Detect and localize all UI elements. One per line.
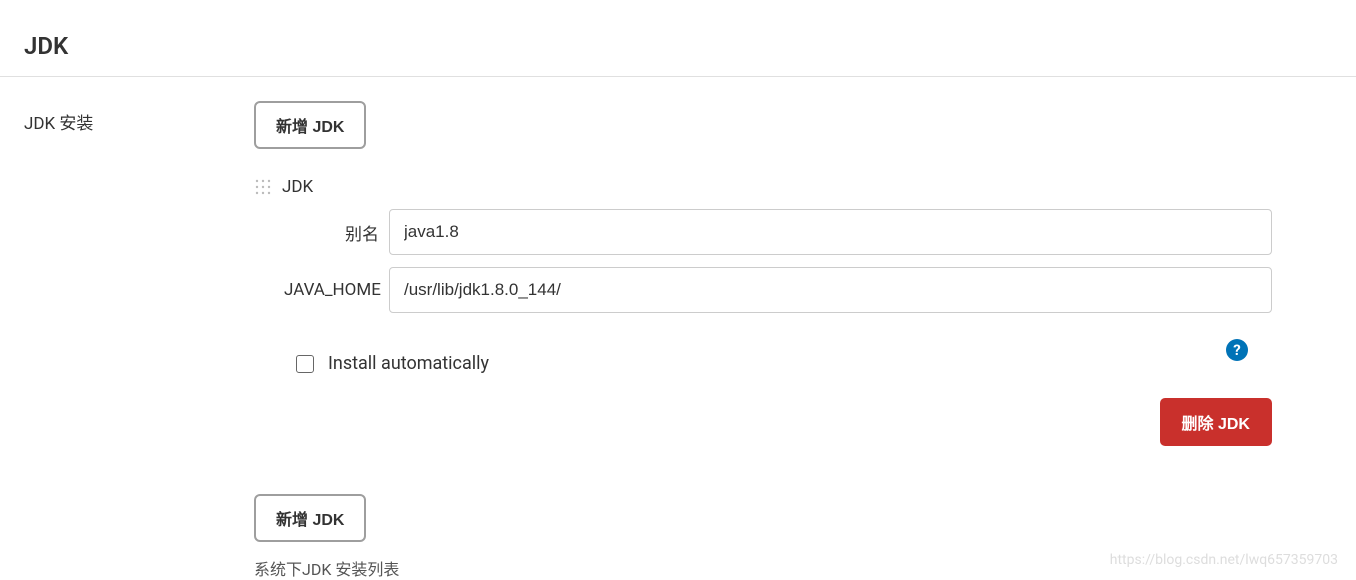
add-jdk-button-top[interactable]: 新增 JDK — [254, 101, 366, 149]
jdk-entry-title: JDK — [282, 177, 313, 197]
alias-input[interactable] — [389, 209, 1272, 255]
javahome-label: JAVA_HOME — [254, 280, 389, 300]
delete-row: 删除 JDK — [254, 398, 1272, 446]
javahome-input[interactable] — [389, 267, 1272, 313]
auto-install-row: Install automatically — [254, 353, 489, 374]
jdk-install-row: JDK 安装 新增 JDK — [0, 77, 1356, 580]
auto-install-label[interactable]: Install automatically — [328, 353, 489, 374]
config-label-column: JDK 安装 — [24, 101, 254, 580]
drag-handle-icon[interactable] — [254, 178, 272, 196]
alias-field-row: 别名 — [254, 209, 1272, 255]
section-title: JDK — [0, 0, 1356, 77]
add-jdk-button-bottom[interactable]: 新增 JDK — [254, 494, 366, 542]
jdk-entry: JDK 别名 JAVA_HOME Install automatically ?… — [254, 177, 1272, 446]
alias-label: 别名 — [254, 220, 389, 245]
help-icon[interactable]: ? — [1226, 339, 1248, 361]
jdk-install-label: JDK 安装 — [24, 114, 93, 134]
helper-text: 系统下JDK 安装列表 — [254, 556, 1272, 580]
javahome-field-row: JAVA_HOME — [254, 267, 1272, 313]
jdk-entry-header: JDK — [254, 177, 1272, 197]
delete-jdk-button[interactable]: 删除 JDK — [1160, 398, 1272, 446]
config-content-column: 新增 JDK JDK — [254, 101, 1332, 580]
auto-install-checkbox[interactable] — [296, 355, 314, 373]
bottom-add-section: 新增 JDK 系统下JDK 安装列表 — [254, 494, 1272, 580]
